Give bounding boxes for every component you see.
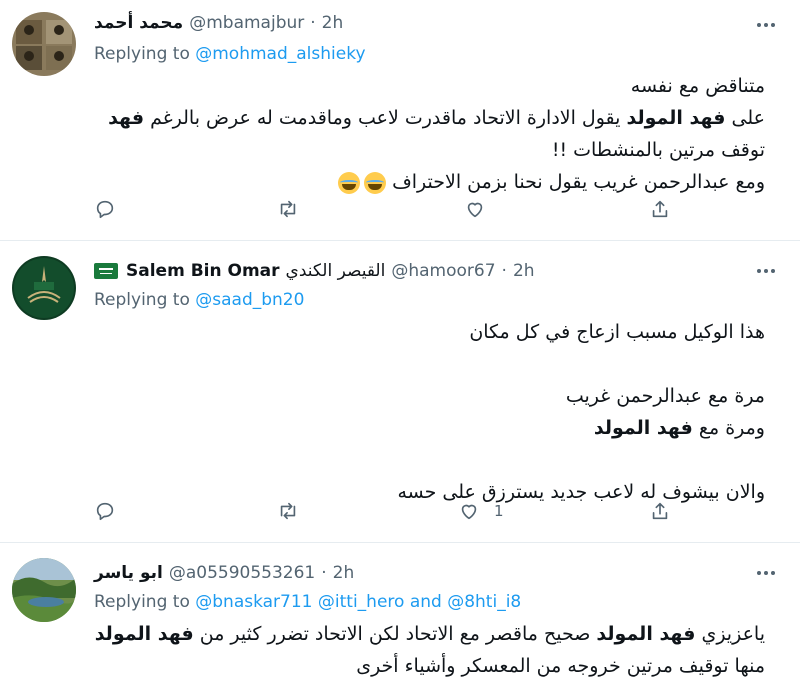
replying-label: Replying to <box>94 44 190 64</box>
hashtag-text: فهد <box>108 107 145 129</box>
like-icon <box>461 504 477 520</box>
replying-label: Replying to <box>94 592 190 612</box>
more-icon[interactable] <box>752 14 780 36</box>
more-icon[interactable] <box>752 562 780 584</box>
tweet-header: محمد أحمد @mbamajbur · 2h <box>94 10 343 36</box>
retweet-icon <box>280 502 296 520</box>
user-handle[interactable]: @hamoor67 <box>391 261 495 281</box>
like-count: 1 <box>494 502 504 520</box>
replying-label: Replying to <box>94 290 190 310</box>
reply-icon <box>96 502 114 521</box>
tweet-3[interactable]: ابو ياسر @a05590553261 · 2h Replying to … <box>0 542 800 685</box>
laughing-emoji-icon <box>364 171 387 194</box>
text-line: توقف مرتين بالمنشطات !! <box>551 139 765 161</box>
timestamp[interactable]: 2h <box>322 13 344 33</box>
text-line: مرة مع عبدالرحمن غريب <box>565 385 765 407</box>
like-icon <box>467 202 483 218</box>
retweet-button[interactable] <box>277 498 299 524</box>
timestamp[interactable]: 2h <box>333 563 355 583</box>
hashtag-text: فهد المولد <box>94 623 194 645</box>
separator-dot: · <box>501 261 507 281</box>
text-line: على فهد المولد يقول الادارة الاتحاد ماقد… <box>108 107 765 129</box>
share-button[interactable] <box>649 498 671 524</box>
hashtag-text: فهد المولد <box>626 107 726 129</box>
display-name[interactable]: Salem Bin Omar <box>126 261 280 281</box>
text-line: ومع عبدالرحمن غريب يقول نحنا بزمن الاحتر… <box>85 166 765 198</box>
share-icon <box>652 200 668 218</box>
separator-dot: · <box>310 13 316 33</box>
tweet-2[interactable]: Salem Bin Omar القيصر الكندي @hamoor67 ·… <box>0 240 800 543</box>
tweet-text: هذا الوكيل مسبب ازعاج في كل مكان مرة مع … <box>85 316 765 508</box>
reply-button[interactable] <box>94 498 116 524</box>
replying-to-link[interactable]: @saad_bn20 <box>195 290 304 310</box>
text-line: متناقض مع نفسه <box>630 75 765 97</box>
replying-to-link[interactable]: @bnaskar711 @itti_hero and @8hti_i8 <box>195 592 521 612</box>
hashtag-text: فهد المولد <box>593 417 693 439</box>
user-handle[interactable]: @mbamajbur <box>189 13 304 33</box>
hashtag-text: فهد المولد <box>596 623 696 645</box>
text-line: ومرة مع فهد المولد <box>593 417 765 439</box>
reply-button[interactable] <box>94 196 116 222</box>
avatar[interactable] <box>12 256 76 320</box>
timestamp[interactable]: 2h <box>513 261 535 281</box>
replying-to: Replying to @saad_bn20 <box>94 288 304 312</box>
tweet-actions <box>94 196 684 222</box>
tweet-text: متناقض مع نفسه على فهد المولد يقول الادا… <box>85 70 765 198</box>
tweet-header: ابو ياسر @a05590553261 · 2h <box>94 560 354 586</box>
display-name-suffix[interactable]: القيصر الكندي <box>286 261 386 281</box>
replying-to-link[interactable]: @mohmad_alshieky <box>195 44 365 64</box>
like-button[interactable]: 1 <box>458 498 504 524</box>
user-handle[interactable]: @a05590553261 <box>169 563 315 583</box>
text-line: ياعزيزي فهد المولد صحيح ماقصر مع الاتحاد… <box>94 623 765 645</box>
retweet-icon <box>280 200 296 218</box>
laughing-emoji-icon <box>338 171 361 194</box>
replying-to: Replying to @bnaskar711 @itti_hero and @… <box>94 590 521 614</box>
display-name[interactable]: محمد أحمد <box>94 13 183 33</box>
tweet-1[interactable]: محمد أحمد @mbamajbur · 2h Replying to @m… <box>0 0 800 241</box>
more-icon[interactable] <box>752 260 780 282</box>
reply-icon <box>96 200 114 219</box>
tweet-actions: 1 <box>94 498 684 524</box>
avatar[interactable] <box>12 558 76 622</box>
share-icon <box>652 502 668 520</box>
avatar[interactable] <box>12 12 76 76</box>
text-line: منها توقيف مرتين خروجه من المعسكر وأشياء… <box>356 655 765 677</box>
saudi-flag-icon <box>94 263 118 279</box>
text-line: هذا الوكيل مسبب ازعاج في كل مكان <box>469 321 765 343</box>
like-button[interactable] <box>464 196 486 222</box>
display-name[interactable]: ابو ياسر <box>94 563 163 583</box>
retweet-button[interactable] <box>277 196 299 222</box>
tweet-text: ياعزيزي فهد المولد صحيح ماقصر مع الاتحاد… <box>85 618 765 682</box>
share-button[interactable] <box>649 196 671 222</box>
separator-dot: · <box>321 563 327 583</box>
replying-to: Replying to @mohmad_alshieky <box>94 42 366 66</box>
tweet-header: Salem Bin Omar القيصر الكندي @hamoor67 ·… <box>94 258 535 284</box>
